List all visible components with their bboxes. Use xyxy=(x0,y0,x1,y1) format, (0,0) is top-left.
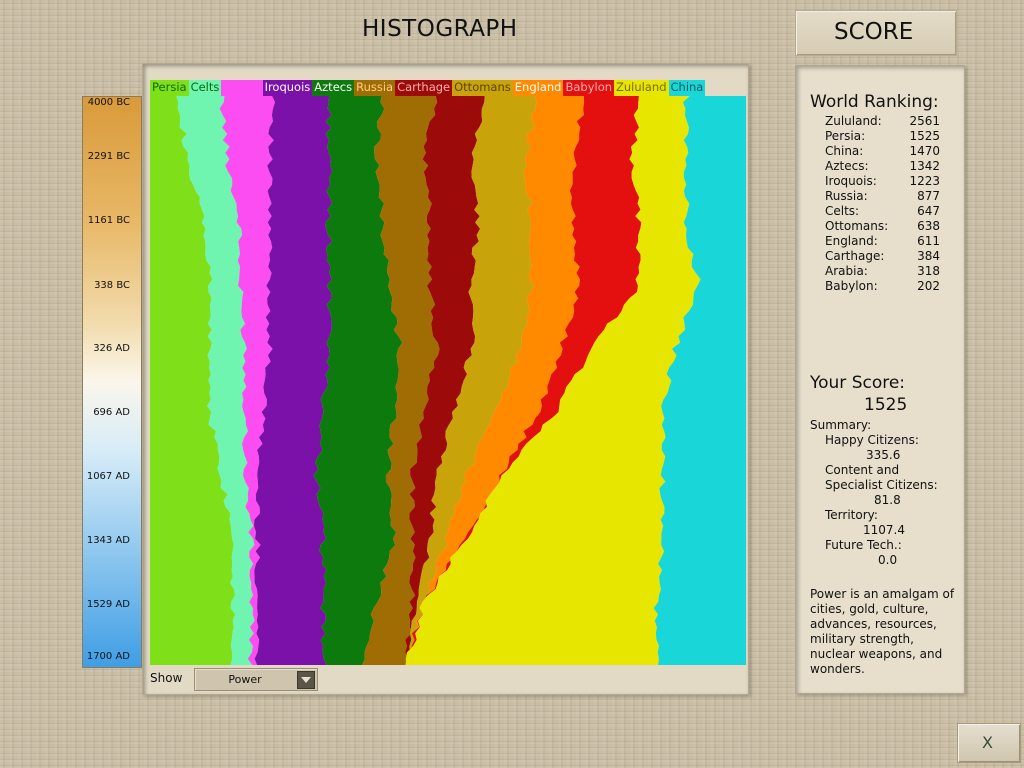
content-citizens-value: 81.8 xyxy=(874,493,901,507)
future-tech-label: Future Tech.: xyxy=(825,538,902,552)
ranking-row: Persia: 1525 xyxy=(825,129,940,143)
power-description: Power is an amalgam of cities, gold, cul… xyxy=(810,587,955,676)
happy-citizens-value: 335.6 xyxy=(866,448,901,462)
histograph-title: HISTOGRAPH xyxy=(362,16,518,42)
timeline-tick: 326 AD xyxy=(93,343,130,354)
your-score-value: 1525 xyxy=(864,395,908,415)
legend-item-china: China xyxy=(668,80,706,96)
timeline-tick: 696 AD xyxy=(93,407,130,418)
world-ranking-heading: World Ranking: xyxy=(810,92,939,112)
territory-label: Territory: xyxy=(825,508,878,522)
legend-item-iroquois: Iroquois xyxy=(262,80,313,96)
legend-item-ottomans: Ottomans xyxy=(452,80,513,96)
legend-item-england: England xyxy=(512,80,564,96)
ranking-score: 1470 xyxy=(909,144,940,158)
ranking-score: 647 xyxy=(917,204,940,218)
ranking-row: Babylon: 202 xyxy=(825,279,940,293)
legend-item-zululand: Zululand xyxy=(614,80,669,96)
ranking-score: 1223 xyxy=(909,174,940,188)
territory-value: 1107.4 xyxy=(863,523,905,537)
histograph-chart xyxy=(150,96,746,665)
close-icon: X xyxy=(982,733,993,752)
ranking-score: 2561 xyxy=(909,114,940,128)
ranking-row: Arabia: 318 xyxy=(825,264,940,278)
timeline-tick: 4000 BC xyxy=(87,97,130,108)
your-score-heading: Your Score: xyxy=(810,373,906,393)
legend-item-carthage: Carthage xyxy=(395,80,453,96)
ranking-score: 1342 xyxy=(909,159,940,173)
ranking-row: Ottomans: 638 xyxy=(825,219,940,233)
timeline-bar xyxy=(82,96,142,668)
timeline-tick: 1161 BC xyxy=(87,215,130,226)
happy-citizens-label: Happy Citizens: xyxy=(825,433,919,447)
future-tech-value: 0.0 xyxy=(878,553,898,567)
ranking-row: Russia: 877 xyxy=(825,189,940,203)
ranking-row: Carthage: 384 xyxy=(825,249,940,263)
legend-item-arabia: Arabia xyxy=(221,80,263,96)
timeline-tick: 2291 BC xyxy=(87,151,130,162)
ranking-civ: Persia: xyxy=(825,129,866,143)
ranking-row: England: 611 xyxy=(825,234,940,248)
ranking-civ: Ottomans: xyxy=(825,219,889,233)
score-tab-label: SCORE xyxy=(834,19,914,45)
ranking-score: 611 xyxy=(917,234,940,248)
ranking-civ: Russia: xyxy=(825,189,868,203)
ranking-score: 318 xyxy=(917,264,940,278)
ranking-civ: Arabia: xyxy=(825,264,868,278)
ranking-civ: Aztecs: xyxy=(825,159,869,173)
legend-item-persia: Persia xyxy=(150,80,189,96)
specialist-citizens-label: Specialist Citizens: xyxy=(825,478,938,492)
timeline-tick: 1343 AD xyxy=(86,535,130,546)
show-label: Show xyxy=(150,671,183,685)
close-button[interactable]: X xyxy=(957,723,1021,763)
timeline-tick: 338 BC xyxy=(94,280,130,291)
score-tab[interactable]: SCORE xyxy=(795,10,957,56)
ranking-row: Iroquois: 1223 xyxy=(825,174,940,188)
ranking-civ: Zululand: xyxy=(825,114,882,128)
ranking-row: Celts: 647 xyxy=(825,204,940,218)
ranking-score: 384 xyxy=(917,249,940,263)
metric-dropdown-value: Power xyxy=(228,673,262,686)
chevron-down-icon[interactable] xyxy=(297,671,315,689)
legend-item-russia: Russia xyxy=(354,80,396,96)
content-citizens-label: Content and xyxy=(825,463,900,477)
ranking-score: 202 xyxy=(917,279,940,293)
legend-item-celts: Celts xyxy=(188,80,222,96)
ranking-civ: Celts: xyxy=(825,204,860,218)
ranking-civ: Babylon: xyxy=(825,279,878,293)
ranking-civ: Iroquois: xyxy=(825,174,877,188)
ranking-civ: Carthage: xyxy=(825,249,885,263)
metric-dropdown[interactable]: Power xyxy=(194,668,318,691)
timeline-tick: 1529 AD xyxy=(86,599,130,610)
timeline-tick: 1067 AD xyxy=(86,471,130,482)
ranking-row: Aztecs: 1342 xyxy=(825,159,940,173)
ranking-row: Zululand: 2561 xyxy=(825,114,940,128)
ranking-civ: China: xyxy=(825,144,864,158)
legend-item-aztecs: Aztecs xyxy=(312,80,355,96)
ranking-civ: England: xyxy=(825,234,878,248)
summary-label: Summary: xyxy=(810,418,872,432)
timeline-tick: 1700 AD xyxy=(86,651,130,662)
civ-legend: Persia Celts Arabia Iroquois Aztecs Russia Car… xyxy=(150,80,706,96)
legend-item-babylon: Babylon xyxy=(563,80,615,96)
ranking-score: 1525 xyxy=(909,129,940,143)
ranking-row: China: 1470 xyxy=(825,144,940,158)
ranking-score: 638 xyxy=(917,219,940,233)
ranking-score: 877 xyxy=(917,189,940,203)
